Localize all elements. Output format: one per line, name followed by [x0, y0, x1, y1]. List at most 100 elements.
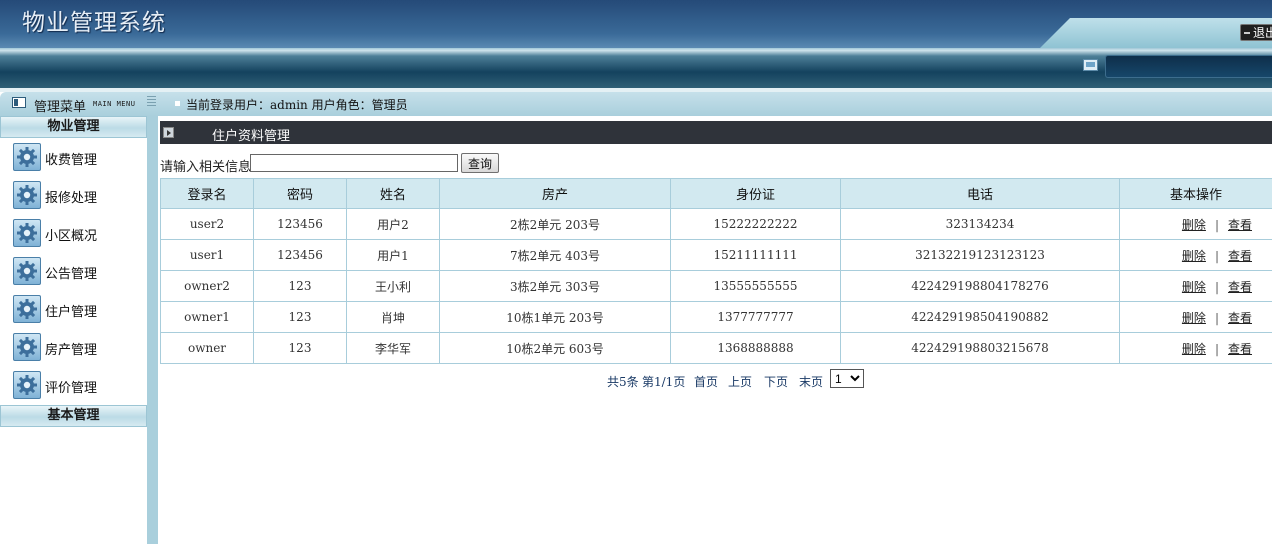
table-cell: 2栋2单元 203号 [439, 208, 671, 240]
toolbar-bar [0, 48, 1272, 88]
table-cell: 323134234 [840, 208, 1120, 240]
monitor-icon [1083, 59, 1098, 71]
table-cell: 用户1 [346, 239, 440, 271]
sidebar-item[interactable]: 房产管理 [0, 329, 147, 367]
table-cell: 李华军 [346, 332, 440, 364]
sidebar-item[interactable]: 报修处理 [0, 177, 147, 215]
table-cell: 用户2 [346, 208, 440, 240]
first-page-link[interactable]: 首页 [694, 373, 718, 390]
search-input[interactable] [250, 154, 458, 172]
page-info: 第1/1页 [642, 375, 686, 389]
table-cell: 15211111111 [670, 239, 841, 271]
sidebar-item[interactable]: 小区概况 [0, 215, 147, 253]
actions-cell: 删除 | 查看 [1119, 301, 1272, 333]
sidebar-subtitle: MAIN MENU [93, 100, 136, 108]
current-user-info: 当前登录用户：admin 用户角色：管理员 [186, 98, 408, 112]
gear-icon [13, 181, 41, 209]
table-cell: 123 [253, 301, 347, 333]
gear-icon [13, 257, 41, 285]
gear-icon [13, 143, 41, 171]
app-header: 物业管理系统 退出 [0, 0, 1272, 48]
delete-link[interactable]: 删除 [1182, 311, 1206, 325]
menu-icon [12, 97, 26, 108]
table-cell: 1368888888 [670, 332, 841, 364]
sidebar-title: 管理菜单 [34, 100, 87, 115]
action-separator: | [1214, 310, 1219, 325]
column-header: 电话 [840, 178, 1120, 209]
column-header: 登录名 [160, 178, 254, 209]
table-cell: 1377777777 [670, 301, 841, 333]
delete-link[interactable]: 删除 [1182, 280, 1206, 294]
table-cell: 10栋2单元 603号 [439, 332, 671, 364]
sidebar-item-label: 评价管理 [45, 381, 98, 396]
actions-cell: 删除 | 查看 [1119, 208, 1272, 240]
sidebar-item-label: 住户管理 [45, 305, 98, 320]
sidebar-item[interactable]: 住户管理 [0, 291, 147, 329]
search-button[interactable]: 查询 [461, 153, 499, 173]
gear-icon [13, 219, 41, 247]
table-cell: 10栋1单元 203号 [439, 301, 671, 333]
view-link[interactable]: 查看 [1228, 342, 1252, 356]
gear-icon [13, 333, 41, 361]
sidebar-item-label: 小区概况 [45, 229, 98, 244]
table-cell: 7栋2单元 403号 [439, 239, 671, 271]
view-link[interactable]: 查看 [1228, 218, 1252, 232]
next-page-link[interactable]: 下页 [764, 373, 788, 390]
sidebar-item[interactable]: 收费管理 [0, 139, 147, 177]
panel-header: 住户资料管理 [160, 121, 1272, 144]
table-cell: 肖坤 [346, 301, 440, 333]
sidebar: 管理菜单 MAIN MENU 物业管理 收费管理 报修处理小区概况公告管理住户管理… [0, 92, 158, 544]
expand-arrow-icon[interactable] [163, 127, 174, 138]
sidebar-item[interactable]: 公告管理 [0, 253, 147, 291]
view-link[interactable]: 查看 [1228, 249, 1252, 263]
action-separator: | [1214, 279, 1219, 294]
prev-page-link[interactable]: 上页 [728, 373, 752, 390]
actions-cell: 删除 | 查看 [1119, 332, 1272, 364]
header-decoration [1040, 18, 1272, 48]
table-cell: 422429198803215678 [840, 332, 1120, 364]
actions-cell: 删除 | 查看 [1119, 270, 1272, 302]
sidebar-item[interactable]: 评价管理 [0, 367, 147, 405]
table-cell: user2 [160, 208, 254, 240]
toolbar-right-panel [1105, 55, 1272, 78]
delete-link[interactable]: 删除 [1182, 218, 1206, 232]
table-cell: 15222222222 [670, 208, 841, 240]
column-header: 房产 [439, 178, 671, 209]
sidebar-header: 管理菜单 MAIN MENU [0, 92, 158, 116]
column-header: 密码 [253, 178, 347, 209]
logout-button[interactable]: 退出 [1240, 24, 1272, 41]
table-row: owner 123 李华军 10栋2单元 603号 1368888888 42242919… [160, 332, 1272, 364]
total-count: 共5条 [607, 375, 639, 389]
view-link[interactable]: 查看 [1228, 280, 1252, 294]
table-cell: 3栋2单元 303号 [439, 270, 671, 302]
table-row: owner2 123 王小利 3栋2单元 303号 13555555555 4224291… [160, 270, 1272, 302]
table-row: user2 123456 用户2 2栋2单元 203号 15222222222 32313… [160, 208, 1272, 240]
collapse-handle-icon[interactable] [147, 96, 156, 108]
table-cell: 13555555555 [670, 270, 841, 302]
sidebar-splitter[interactable] [147, 116, 158, 544]
page-select[interactable]: 1 [830, 369, 864, 388]
sidebar-item-label: 房产管理 [45, 343, 98, 358]
delete-link[interactable]: 删除 [1182, 342, 1206, 356]
table-header-row: 登录名 密码 姓名 房产 身份证 电话 基本操作 [160, 178, 1272, 209]
section-property-management[interactable]: 物业管理 [0, 116, 147, 138]
section-basic-management[interactable]: 基本管理 [0, 405, 147, 427]
delete-link[interactable]: 删除 [1182, 249, 1206, 263]
column-header: 姓名 [346, 178, 440, 209]
last-page-link[interactable]: 末页 [799, 373, 823, 390]
action-separator: | [1214, 341, 1219, 356]
table-cell: 123 [253, 270, 347, 302]
table-cell: user1 [160, 239, 254, 271]
panel-title: 住户资料管理 [212, 129, 291, 144]
user-info-bar: 当前登录用户：admin 用户角色：管理员 [158, 92, 1272, 116]
column-header: 身份证 [670, 178, 841, 209]
sidebar-item-label: 公告管理 [45, 267, 98, 282]
view-link[interactable]: 查看 [1228, 311, 1252, 325]
table-row: user1 123456 用户1 7栋2单元 403号 15211111111 32132… [160, 239, 1272, 271]
table-cell: owner2 [160, 270, 254, 302]
table-cell: owner [160, 332, 254, 364]
table-cell: 422429198804178276 [840, 270, 1120, 302]
table-cell: 王小利 [346, 270, 440, 302]
resident-table: 登录名 密码 姓名 房产 身份证 电话 基本操作 user2 123456 用户2 2… [160, 178, 1272, 364]
gear-icon [13, 295, 41, 323]
